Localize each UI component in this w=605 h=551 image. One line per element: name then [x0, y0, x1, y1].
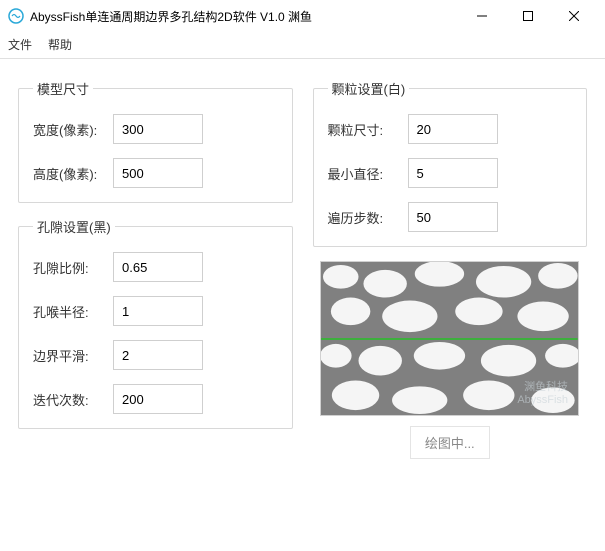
throat-row: 孔喉半径: — [33, 296, 278, 326]
model-size-legend: 模型尺寸 — [33, 79, 93, 98]
close-button[interactable] — [551, 0, 597, 32]
pore-ratio-label: 孔隙比例: — [33, 258, 113, 277]
minimize-button[interactable] — [459, 0, 505, 32]
model-size-group: 模型尺寸 宽度(像素): 高度(像素): — [18, 79, 293, 203]
min-diam-label: 最小直径: — [328, 164, 408, 183]
steps-row: 遍历步数: — [328, 202, 573, 232]
width-label: 宽度(像素): — [33, 120, 113, 139]
watermark-line1: 渊鱼科技 — [517, 381, 568, 394]
min-diam-input[interactable] — [408, 158, 498, 188]
throat-label: 孔喉半径: — [33, 302, 113, 321]
smooth-input[interactable] — [113, 340, 203, 370]
height-label: 高度(像素): — [33, 164, 113, 183]
menu-help[interactable]: 帮助 — [48, 36, 72, 53]
maximize-button[interactable] — [505, 0, 551, 32]
right-column: 颗粒设置(白) 颗粒尺寸: 最小直径: 遍历步数: — [313, 79, 588, 459]
iter-row: 迭代次数: — [33, 384, 278, 414]
title-bar: AbyssFish单连通周期边界多孔结构2D软件 V1.0 渊鱼 — [0, 0, 605, 32]
left-column: 模型尺寸 宽度(像素): 高度(像素): 孔隙设置(黑) 孔隙比例: 孔喉半径:… — [18, 79, 293, 459]
steps-input[interactable] — [408, 202, 498, 232]
particle-size-label: 颗粒尺寸: — [328, 120, 408, 139]
menu-bar: 文件 帮助 — [0, 32, 605, 56]
min-diam-row: 最小直径: — [328, 158, 573, 188]
window-controls — [459, 0, 597, 32]
window-title: AbyssFish单连通周期边界多孔结构2D软件 V1.0 渊鱼 — [30, 8, 459, 25]
particle-size-row: 颗粒尺寸: — [328, 114, 573, 144]
height-input[interactable] — [113, 158, 203, 188]
pore-ratio-row: 孔隙比例: — [33, 252, 278, 282]
pore-settings-group: 孔隙设置(黑) 孔隙比例: 孔喉半径: 边界平滑: 迭代次数: — [18, 217, 293, 429]
iter-input[interactable] — [113, 384, 203, 414]
particle-settings-legend: 颗粒设置(白) — [328, 79, 410, 98]
height-row: 高度(像素): — [33, 158, 278, 188]
menu-file[interactable]: 文件 — [8, 36, 32, 53]
preview-section: 渊鱼科技 AbyssFish 绘图中... — [313, 261, 588, 459]
smooth-row: 边界平滑: — [33, 340, 278, 370]
pore-settings-legend: 孔隙设置(黑) — [33, 217, 115, 236]
app-icon — [8, 8, 24, 24]
watermark-line2: AbyssFish — [517, 394, 568, 407]
particle-settings-group: 颗粒设置(白) 颗粒尺寸: 最小直径: 遍历步数: — [313, 79, 588, 247]
main-content: 模型尺寸 宽度(像素): 高度(像素): 孔隙设置(黑) 孔隙比例: 孔喉半径:… — [0, 69, 605, 475]
width-row: 宽度(像素): — [33, 114, 278, 144]
particle-size-input[interactable] — [408, 114, 498, 144]
iter-label: 迭代次数: — [33, 390, 113, 409]
width-input[interactable] — [113, 114, 203, 144]
steps-label: 遍历步数: — [328, 208, 408, 227]
watermark: 渊鱼科技 AbyssFish — [517, 381, 568, 407]
menu-separator — [0, 58, 605, 59]
drawing-status: 绘图中... — [410, 426, 490, 459]
preview-image: 渊鱼科技 AbyssFish — [320, 261, 579, 416]
pore-ratio-input[interactable] — [113, 252, 203, 282]
throat-input[interactable] — [113, 296, 203, 326]
smooth-label: 边界平滑: — [33, 346, 113, 365]
